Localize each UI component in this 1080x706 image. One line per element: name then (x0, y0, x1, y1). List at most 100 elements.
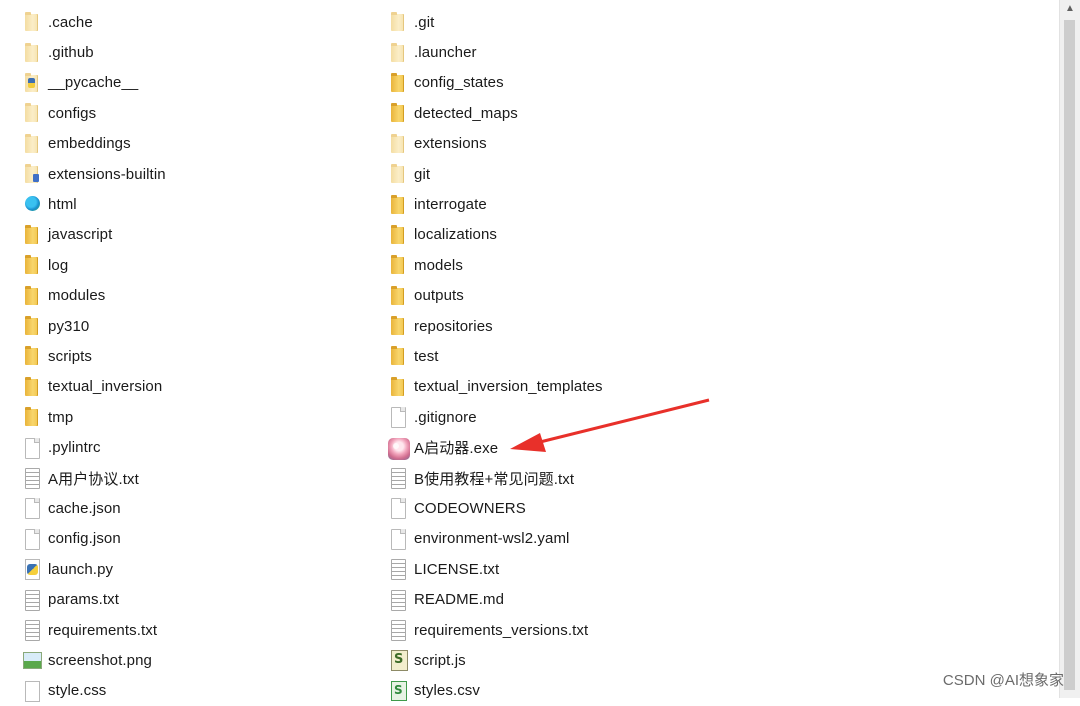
file-item-label: .gitignore (414, 408, 477, 426)
file-item-label: screenshot.png (48, 651, 152, 669)
file-item-py310[interactable]: py310 (22, 311, 362, 341)
file-item-params-txt[interactable]: params.txt (22, 584, 362, 614)
file-item-label: textual_inversion_templates (414, 378, 603, 396)
file-item-label: environment-wsl2.yaml (414, 530, 570, 548)
file-item-label: textual_inversion (48, 378, 163, 396)
file-item-configs[interactable]: configs (22, 98, 362, 128)
folder-light-icon (22, 42, 42, 63)
file-item-log[interactable]: log (22, 250, 362, 280)
folder-icon (22, 376, 42, 397)
file-item-environment-wsl2-yaml[interactable]: environment-wsl2.yaml (388, 524, 828, 554)
folder-light-icon (22, 103, 42, 123)
file-item-style-css[interactable]: style.css (22, 676, 362, 706)
file-icon (388, 407, 408, 429)
folder-icon (22, 316, 42, 336)
file-item-github[interactable]: .github (22, 37, 362, 67)
file-item-tmp[interactable]: tmp (22, 402, 362, 432)
file-item-config-json[interactable]: config.json (22, 524, 362, 554)
file-icon (22, 437, 42, 459)
folder-ext-icon (22, 164, 42, 184)
vertical-scrollbar[interactable]: ▲ (1059, 0, 1080, 698)
file-item-localizations[interactable]: localizations (388, 220, 828, 250)
folder-icon (22, 285, 42, 306)
file-item-launcher[interactable]: .launcher (388, 37, 828, 67)
file-item-readme-md[interactable]: README.md (388, 584, 828, 614)
file-item-script-js[interactable]: script.js (388, 645, 828, 675)
folder-icon (388, 103, 408, 123)
file-icon (22, 528, 42, 550)
file-item-models[interactable]: models (388, 250, 828, 280)
file-item-styles-csv[interactable]: styles.csv (388, 676, 828, 706)
folder-light-icon (22, 133, 42, 154)
file-item-html[interactable]: html (22, 189, 362, 219)
file-item-textual-inversion[interactable]: textual_inversion (22, 372, 362, 402)
file-item-label: .pylintrc (48, 439, 101, 457)
file-item-label: launch.py (48, 560, 114, 578)
file-item-a-txt[interactable]: A用户协议.txt (22, 463, 362, 493)
file-list: .cache .github __pycache__configs embedding… (0, 0, 1060, 702)
file-item-interrogate[interactable]: interrogate (388, 189, 828, 219)
folder-light-icon (388, 42, 408, 63)
folder-icon (22, 255, 42, 275)
file-icon (388, 498, 408, 520)
file-item-screenshot-png[interactable]: screenshot.png (22, 645, 362, 675)
folder-icon (22, 346, 42, 366)
file-item-label: extensions-builtin (48, 165, 166, 183)
file-item-label: cache.json (48, 499, 121, 517)
watermark: CSDN @AI想象家 (942, 672, 1064, 689)
file-item-gitignore[interactable]: .gitignore (388, 402, 828, 432)
file-item-requirements-versions-txt[interactable]: requirements_versions.txt (388, 615, 828, 645)
file-item-label: outputs (414, 287, 464, 305)
file-item-detected-maps[interactable]: detected_maps (388, 98, 828, 128)
file-item-label: config_states (414, 74, 504, 92)
file-item-label: configs (48, 104, 97, 122)
file-item-label: requirements.txt (48, 621, 158, 639)
folder-light-icon (22, 12, 42, 32)
file-item-b-txt[interactable]: B使用教程+常见问题.txt (388, 463, 828, 493)
scroll-thumb[interactable] (1064, 20, 1075, 690)
file-item-outputs[interactable]: outputs (388, 281, 828, 311)
folder-icon (22, 407, 42, 427)
file-item-label: tmp (48, 408, 74, 426)
file-item-license-txt[interactable]: LICENSE.txt (388, 554, 828, 584)
file-item-git[interactable]: git (388, 159, 828, 189)
folder-light-icon (388, 164, 408, 184)
python-file-icon (22, 559, 42, 581)
file-item-repositories[interactable]: repositories (388, 311, 828, 341)
file-column-left: .cache .github __pycache__configs embedding… (22, 7, 362, 706)
folder-icon (388, 255, 408, 275)
file-item-cache-json[interactable]: cache.json (22, 493, 362, 523)
file-item-codeowners[interactable]: CODEOWNERS (388, 493, 828, 523)
file-item-label: params.txt (48, 591, 120, 609)
text-file-icon (388, 559, 408, 581)
file-item-textual-inversion-templates[interactable]: textual_inversion_templates (388, 372, 828, 402)
js-file-icon (388, 650, 408, 672)
folder-icon (388, 376, 408, 397)
folder-icon (22, 224, 42, 245)
file-item-config-states[interactable]: config_states (388, 68, 828, 98)
file-item-scripts[interactable]: scripts (22, 341, 362, 371)
file-item-label: localizations (414, 226, 498, 244)
file-item-extensions[interactable]: extensions (388, 129, 828, 159)
exe-app-icon (388, 437, 410, 460)
file-item-test[interactable]: test (388, 341, 828, 371)
file-item-javascript[interactable]: javascript (22, 220, 362, 250)
file-item-cache[interactable]: .cache (22, 7, 362, 37)
folder-light-icon (388, 133, 408, 154)
file-item-embeddings[interactable]: embeddings (22, 129, 362, 159)
file-item-git[interactable]: .git (388, 7, 828, 37)
file-item-label: .cache (48, 13, 93, 31)
file-item-a-exe[interactable]: A启动器.exe (388, 432, 828, 462)
file-item-pylintrc[interactable]: .pylintrc (22, 432, 362, 462)
file-item-label: B使用教程+常见问题.txt (414, 470, 575, 488)
file-item-launch-py[interactable]: launch.py (22, 554, 362, 584)
scroll-up-icon[interactable]: ▲ (1060, 0, 1080, 17)
file-item-label: models (414, 256, 463, 274)
file-item-extensions-builtin[interactable]: extensions-builtin (22, 159, 362, 189)
file-item-modules[interactable]: modules (22, 281, 362, 311)
text-file-icon (388, 468, 408, 490)
file-item-pycache[interactable]: __pycache__ (22, 68, 362, 98)
file-item-requirements-txt[interactable]: requirements.txt (22, 615, 362, 645)
file-item-label: test (414, 347, 439, 365)
folder-icon (388, 285, 408, 306)
